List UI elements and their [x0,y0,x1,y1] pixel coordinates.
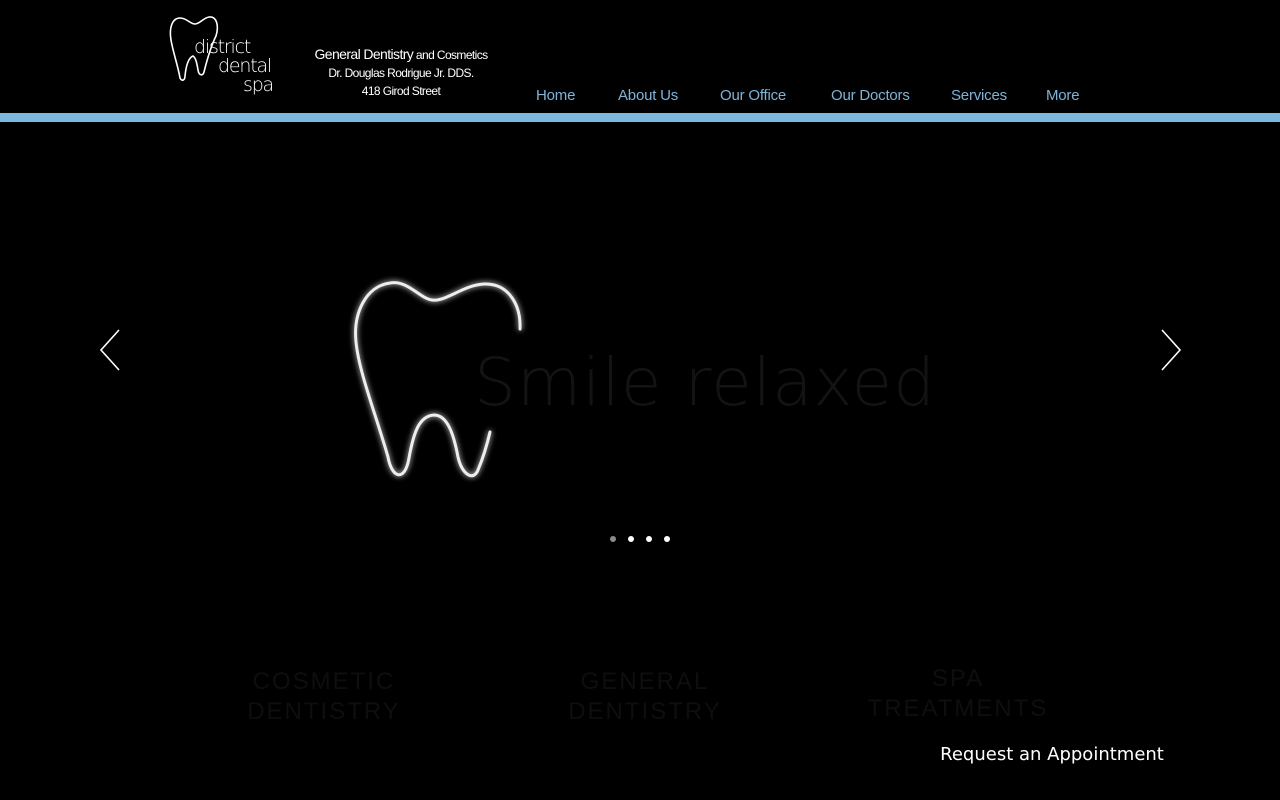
service-link-cosmetic-dentistry[interactable]: COSMETIC DENTISTRY [224,667,424,727]
slide-dot-4[interactable] [664,536,670,542]
nav-item-more[interactable]: More [1046,87,1080,104]
slideshow-next-button[interactable] [1157,328,1183,372]
doctor-name: Dr. Douglas Rodrigue Jr. DDS. [328,66,474,80]
practice-info: General Dentistry and Cosmetics Dr. Doug… [300,45,502,100]
slide-dot-3[interactable] [646,536,652,542]
hero-slideshow: Smile relaxed [0,122,1280,592]
nav-item-about-us[interactable]: About Us [618,87,678,104]
site-logo[interactable]: district dental spa [166,14,286,102]
header-accent-bar [0,113,1280,122]
practice-services-main: General Dentistry [314,46,414,62]
slide-title: Smile relaxed [474,344,937,421]
chevron-left-icon [99,329,120,371]
logo-word-spa: spa [243,74,274,96]
nav-item-our-doctors[interactable]: Our Doctors [831,87,910,104]
service-cosmetic-line1: COSMETIC [252,668,396,695]
service-link-spa-treatments[interactable]: SPA TREATMENTS [858,664,1058,724]
slide-dot-2[interactable] [628,536,634,542]
service-spa-line2: TREATMENTS [867,695,1049,722]
service-cosmetic-line2: DENTISTRY [247,698,401,725]
practice-address: 418 Girod Street [361,84,441,98]
chevron-right-icon [1161,329,1182,371]
slide-dot-1[interactable] [610,536,616,542]
service-general-line2: DENTISTRY [568,698,722,725]
nav-item-our-office[interactable]: Our Office [720,87,786,104]
slideshow-prev-button[interactable] [98,328,124,372]
site-header: district dental spa General Dentistry an… [0,0,1280,113]
service-general-line1: GENERAL [580,668,710,695]
practice-services-line: General Dentistry and Cosmetics [300,45,502,64]
practice-services-sub: and Cosmetics [413,48,488,62]
request-appointment-button[interactable]: Request an Appointment [938,740,1166,770]
nav-item-services[interactable]: Services [951,87,1007,104]
nav-item-home[interactable]: Home [536,87,575,104]
service-spa-line1: SPA [931,665,985,692]
service-link-general-dentistry[interactable]: GENERAL DENTISTRY [545,667,745,727]
